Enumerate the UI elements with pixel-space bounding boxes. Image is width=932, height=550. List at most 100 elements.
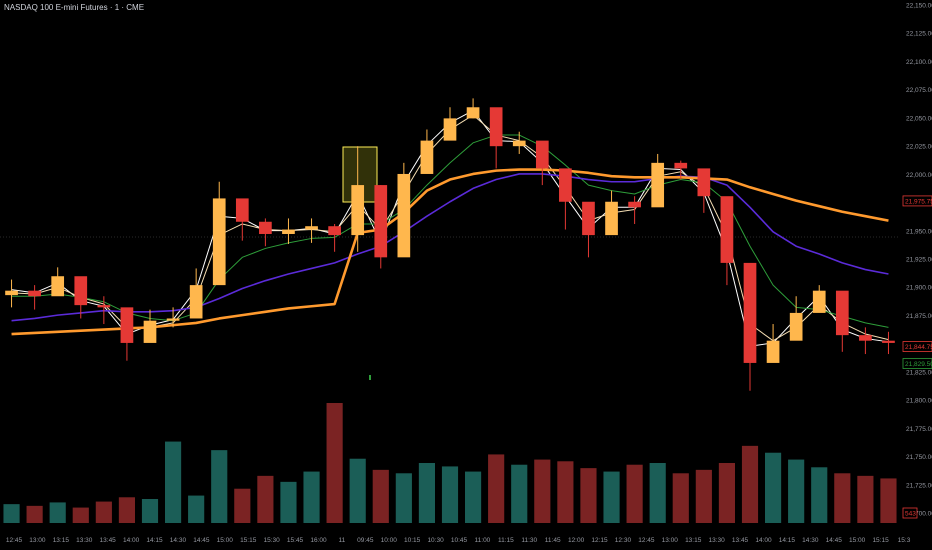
y-tick-label: 21,925.00 [906,257,932,264]
volume-bar [395,473,412,523]
x-tick-label: 14:00 [123,537,140,544]
x-tick-label: 15:15 [240,537,257,544]
x-tick-label: 15:00 [849,537,866,544]
candle-body [697,168,711,197]
y-tick-label: 22,050.00 [906,115,932,122]
y-tick-label: 22,000.00 [906,172,932,179]
volume-bar [72,507,89,523]
candle-body [120,307,134,343]
candle-body [535,140,549,169]
x-tick-label: 14:15 [779,537,796,544]
x-tick-label: 16:00 [310,537,327,544]
x-tick-label: 15:30 [263,537,280,544]
candle-body [789,312,803,341]
y-tick-label: 21,950.00 [906,228,932,235]
y-tick-label: 21,900.00 [906,285,932,292]
volume-bar [580,468,597,523]
price-badge-label: 21,829.50 [905,361,932,368]
x-tick-label: 15:3 [898,537,911,544]
volume-bar [788,459,805,523]
volume-bar [557,461,574,523]
volume-bar [718,463,735,523]
volume-bar [649,463,666,523]
symbol-title: NASDAQ 100 E-mini Futures · 1 · CME [4,3,145,12]
y-tick-label: 21,750.00 [906,454,932,461]
candle-body [282,229,295,234]
candle-body [166,318,180,321]
volume-bar [3,504,20,523]
volume-bar [880,478,897,523]
candle-body [559,168,572,202]
volume-bar [49,502,66,523]
candle-body [812,290,826,313]
x-tick-label: 12:45 [6,537,23,544]
candle-body [143,320,157,343]
volume-bar [857,475,874,523]
candle-body [397,173,411,258]
x-tick-label: 13:15 [53,537,70,544]
candle-body [305,226,318,230]
candle-body [5,290,18,296]
candle-body [628,201,641,208]
x-tick-label: 15:15 [872,537,889,544]
x-tick-label: 12:45 [638,537,655,544]
candle-body [466,107,480,119]
volume-bar [211,450,228,523]
volume-bar [141,499,159,523]
volume-bar [188,495,205,523]
candle-body [605,201,618,236]
candle-body [420,140,434,174]
candle-body [351,185,365,236]
candle-body [328,226,341,236]
volume-bar [603,471,620,523]
x-tick-label: 14:30 [170,537,187,544]
candle-body [582,201,595,236]
x-tick-label: 14:45 [193,537,210,544]
y-tick-label: 21,825.00 [906,369,932,376]
x-tick-label: 10:45 [451,537,468,544]
x-tick-label: 10:00 [381,537,398,544]
volume-bar [303,471,320,523]
x-tick-label: 10:15 [404,537,421,544]
y-tick-label: 22,150.00 [906,3,932,10]
candle-body [259,221,272,234]
candle-body [859,335,872,341]
volume-bar [280,481,297,523]
volume-bar [465,471,482,523]
x-tick-label: 13:15 [685,537,702,544]
x-tick-label: 13:00 [662,537,679,544]
volume-badge-label: 543 [905,511,916,518]
candle-body [720,196,734,263]
volume-bar [372,469,389,523]
volume-bar [234,488,251,523]
volume-bar [441,466,459,523]
x-tick-label: 12:15 [591,537,608,544]
volume-bar [741,445,759,523]
price-chart[interactable]: 22,150.00 22,125.00 22,100.00 22,075.00 22,0… [0,0,932,550]
x-tick-label: 11:00 [475,537,491,544]
candle-body [651,162,665,208]
x-tick-label: 15:00 [217,537,234,544]
y-tick-label: 21,775.00 [906,426,932,433]
y-tick-label: 21,800.00 [906,398,932,405]
volume-bar [95,501,112,523]
x-tick-label: 14:00 [755,537,772,544]
x-tick-label: 14:15 [146,537,163,544]
x-tick-label: 11:30 [521,537,537,544]
x-tick-label: 13:45 [100,537,117,544]
x-tick-label: 13:30 [708,537,725,544]
y-tick-label: 22,025.00 [906,144,932,151]
volume-bar [326,403,343,523]
candle-body [489,107,503,147]
price-badge-label: 21,844.75 [905,344,932,351]
candle-body [743,262,757,363]
y-tick-label: 22,075.00 [906,87,932,94]
signal-marker [369,375,371,380]
candle-body [674,162,688,169]
volume-bar [626,464,643,523]
candle-body [374,185,388,258]
x-tick-label: 13:45 [732,537,749,544]
x-tick-label: 12:30 [615,537,632,544]
volume-bar [765,452,782,523]
candle-body [189,285,203,319]
